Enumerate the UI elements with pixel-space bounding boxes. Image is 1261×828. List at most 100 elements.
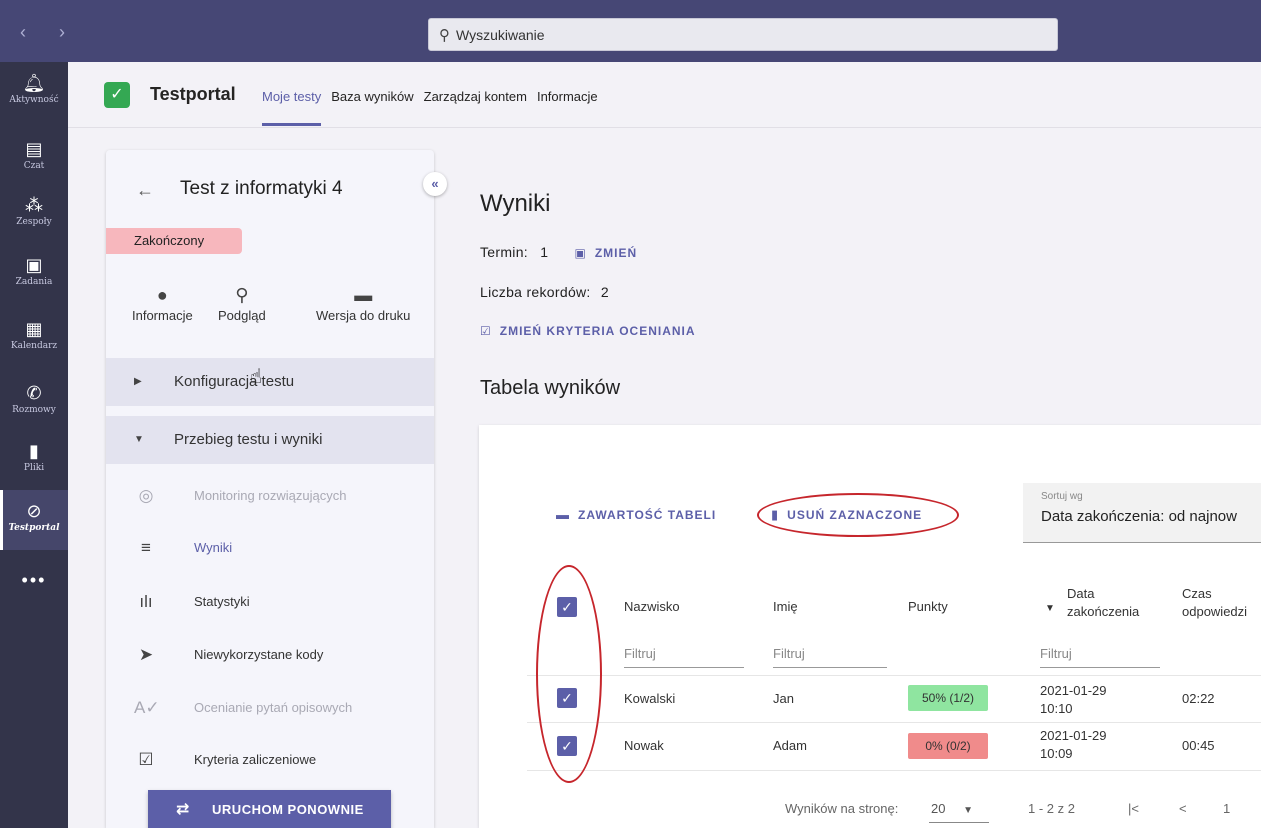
filter-date-input[interactable]: Filtruj	[1040, 642, 1160, 668]
rail-label: Zadania	[15, 277, 53, 287]
tool-label: Wersja do druku	[316, 308, 411, 323]
sort-desc-icon: ▼	[1045, 603, 1055, 614]
cell-name: Adam	[773, 738, 807, 753]
phone-icon: ✆	[26, 383, 42, 403]
filter-surname-input[interactable]: Filtruj	[624, 642, 744, 668]
tool-label: Podgląd	[218, 308, 266, 323]
prev-page-button[interactable]: <	[1179, 801, 1187, 816]
rail-label: Rozmowy	[12, 405, 56, 415]
highlight-oval-delete	[757, 493, 959, 537]
menu-descriptive-grading[interactable]: A✓ Ocenianie pytań opisowych	[106, 682, 434, 734]
testportal-icon: ⊘	[26, 501, 42, 521]
menu-unused-codes[interactable]: ➤ Niewykorzystane kody	[106, 629, 434, 681]
rail-item-files[interactable]: ▮ Pliki	[0, 440, 68, 496]
repeat-icon: ⇄	[176, 801, 190, 818]
search-placeholder: Wyszukiwanie	[456, 26, 545, 43]
rail-item-calls[interactable]: ✆ Rozmowy	[0, 382, 68, 438]
filter-name-input[interactable]: Filtruj	[773, 642, 887, 668]
date-header-line1: Data	[1067, 586, 1095, 601]
tab-manage-account[interactable]: Zarządzaj kontem	[424, 89, 527, 126]
section-test-progress[interactable]: ▼ Przebieg testu i wyniki	[106, 416, 434, 464]
restart-button[interactable]: ⇄ URUCHOM PONOWNIE	[148, 790, 391, 828]
sort-value: Data zakończenia: od najnow	[1041, 508, 1237, 525]
list-icon: ≡	[141, 538, 151, 557]
cell-date-time: 10:09	[1040, 746, 1073, 761]
column-header-name[interactable]: Imię	[773, 599, 798, 614]
info-tool[interactable]: ● Informacje	[132, 282, 193, 323]
change-criteria-button[interactable]: ☑ ZMIEŃ KRYTERIA OCENIANIA	[480, 322, 696, 338]
send-icon: ➤	[138, 645, 154, 664]
chevron-right-icon: ▶	[134, 376, 142, 387]
status-badge: Zakończony	[106, 228, 242, 254]
section-label: Konfiguracja testu	[174, 373, 295, 390]
rail-item-teams[interactable]: ⁂ Zespoły	[0, 194, 68, 250]
column-header-time[interactable]: Czas odpowiedzi	[1182, 585, 1247, 621]
bar-chart-icon: ılı	[139, 592, 153, 611]
search-input[interactable]: ⚲ Wyszukiwanie	[428, 18, 1058, 51]
table-content-button[interactable]: ▬ ZAWARTOŚĆ TABELI	[556, 507, 716, 522]
table-title: Tabela wyników	[480, 377, 621, 399]
preview-tool[interactable]: ⚲ Podgląd	[218, 282, 266, 323]
history-nav-arrows[interactable]: ‹ ›	[20, 22, 79, 43]
section-test-config[interactable]: ▶ Konfiguracja testu	[106, 358, 434, 406]
rail-label: Testportal	[8, 523, 60, 533]
menu-label: Monitoring rozwiązujących	[194, 488, 347, 503]
cell-date: 2021-01-29 10:10	[1040, 682, 1107, 718]
per-page-value: 20	[931, 801, 946, 816]
column-header-surname[interactable]: Nazwisko	[624, 599, 680, 614]
rail-item-assignments[interactable]: ▣ Zadania	[0, 254, 68, 310]
rail-item-activity[interactable]: 🔔︎ Aktywność	[0, 72, 68, 128]
change-term-button[interactable]: ▣ ZMIEŃ	[575, 246, 638, 260]
change-term-label: ZMIEŃ	[594, 246, 638, 260]
rail-item-testportal[interactable]: ⊘ Testportal	[0, 490, 68, 550]
menu-statistics[interactable]: ılı Statystyki	[106, 576, 434, 628]
menu-pass-criteria[interactable]: ☑ Kryteria zaliczeniowe	[106, 734, 434, 786]
term-value: 1	[540, 244, 549, 260]
cell-date-day: 2021-01-29	[1040, 683, 1107, 698]
column-header-date[interactable]: Data zakończenia	[1067, 585, 1139, 621]
print-tool[interactable]: ▬ Wersja do druku	[316, 282, 410, 323]
first-page-button[interactable]: |<	[1128, 801, 1139, 816]
sort-select[interactable]: Sortuj wg Data zakończenia: od najnow	[1023, 483, 1261, 543]
tab-my-tests[interactable]: Moje testy	[262, 89, 322, 126]
search-icon: ⚲	[439, 26, 450, 44]
dropdown-arrow-icon: ▼	[963, 805, 973, 816]
tab-information[interactable]: Informacje	[537, 89, 598, 126]
menu-label: Statystyki	[194, 594, 250, 609]
collapse-panel-button[interactable]: «	[423, 172, 447, 196]
cell-surname: Kowalski	[624, 691, 676, 706]
rail-item-chat[interactable]: ▤ Czat	[0, 138, 68, 194]
magnifier-icon: ⚲	[235, 285, 249, 305]
rail-item-calendar[interactable]: ▦ Kalendarz	[0, 318, 68, 374]
tab-results-base[interactable]: Baza wyników	[331, 89, 413, 126]
time-header-line2: odpowiedzi	[1182, 604, 1248, 619]
app-header: ✓ Testportal Moje testy Baza wyników Zar…	[68, 62, 1261, 128]
highlight-oval-checkboxes	[536, 565, 602, 783]
app-rail: 🔔︎ Aktywność ▤ Czat ⁂ Zespoły ▣ Zadania …	[0, 62, 68, 828]
menu-results[interactable]: ≡ Wyniki	[106, 522, 434, 574]
per-page-select[interactable]: 20 ▼	[929, 795, 989, 823]
table-content-label: ZAWARTOŚĆ TABELI	[578, 508, 717, 522]
rail-label: Aktywność	[9, 95, 59, 105]
menu-label: Kryteria zaliczeniowe	[194, 752, 317, 767]
rail-label: Kalendarz	[10, 341, 58, 351]
records-label: Liczba rekordów:	[480, 284, 591, 300]
records-line: Liczba rekordów: 2	[480, 284, 609, 300]
teams-icon: ⁂	[25, 195, 43, 215]
term-label: Termin:	[480, 244, 528, 260]
checkbox-icon: ☑	[480, 324, 492, 338]
row-divider	[527, 770, 1261, 771]
back-arrow-icon[interactable]: ←	[136, 180, 154, 201]
column-header-points[interactable]: Punkty	[908, 599, 948, 614]
rail-label: Zespoły	[16, 217, 52, 227]
menu-monitoring[interactable]: ◎ Monitoring rozwiązujących	[106, 470, 434, 522]
page-number: 1	[1223, 801, 1231, 816]
records-value: 2	[600, 284, 609, 300]
brand-name: Testportal	[150, 84, 236, 104]
results-table-card: ▬ ZAWARTOŚĆ TABELI ▮ USUŃ ZAZNACZONE Sortu…	[479, 425, 1261, 828]
date-header-line2: zakończenia	[1067, 604, 1140, 619]
restart-label: URUCHOM PONOWNIE	[212, 802, 364, 817]
row-divider	[527, 675, 1261, 676]
cell-answer-time: 00:45	[1182, 738, 1215, 753]
more-apps-button[interactable]: •••	[0, 570, 68, 591]
